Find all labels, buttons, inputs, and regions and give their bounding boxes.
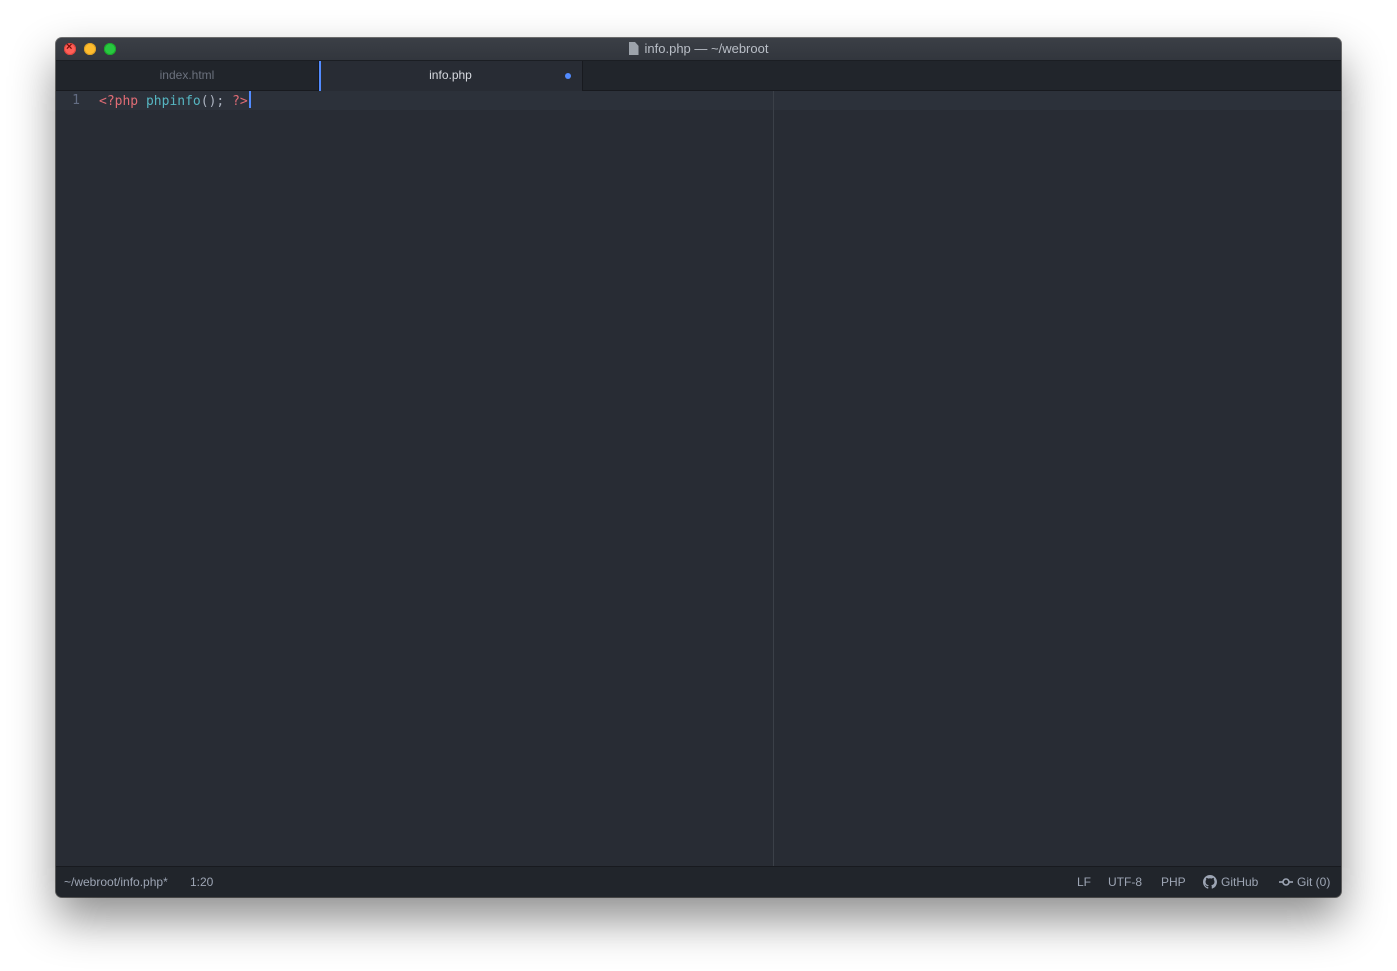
editor-window: info.php — ~/webroot index.html info.php… — [56, 38, 1341, 897]
code-line[interactable]: <?php phpinfo(); ?> — [99, 91, 251, 110]
cursor-position[interactable]: 1:20 — [190, 867, 213, 897]
punctuation: (); — [200, 94, 225, 109]
git-label: Git (0) — [1297, 875, 1331, 889]
php-open-tag: <?php — [99, 94, 139, 109]
window-title: info.php — ~/webroot — [56, 38, 1341, 60]
status-bar: ~/webroot/info.php* 1:20 LF UTF-8 PHP Gi… — [56, 866, 1341, 897]
tab-index-html[interactable]: index.html — [56, 61, 319, 90]
title-bar: info.php — ~/webroot — [56, 38, 1341, 61]
github-button[interactable]: GitHub — [1203, 867, 1258, 897]
tab-bar: index.html info.php — [56, 61, 1341, 91]
line-ending-selector[interactable]: LF — [1077, 867, 1091, 897]
git-button[interactable]: Git (0) — [1279, 867, 1330, 897]
file-path[interactable]: ~/webroot/info.php* — [64, 867, 168, 897]
encoding-selector[interactable]: UTF-8 — [1108, 867, 1142, 897]
tab-info-php[interactable]: info.php — [319, 61, 583, 91]
modified-indicator-icon[interactable] — [565, 73, 571, 79]
grammar-selector[interactable]: PHP — [1161, 867, 1186, 897]
text-cursor — [248, 91, 251, 108]
code-editor[interactable]: 1 <?php phpinfo(); ?> — [56, 91, 1341, 866]
git-commit-icon — [1279, 878, 1293, 886]
function-name: phpinfo — [145, 94, 201, 109]
php-close-tag: ?> — [232, 94, 248, 109]
window-title-text: info.php — ~/webroot — [644, 41, 769, 56]
tab-label: info.php — [429, 68, 472, 82]
tab-label: index.html — [159, 68, 215, 82]
wrap-guide — [773, 91, 774, 866]
line-number: 1 — [72, 93, 80, 108]
document-icon — [628, 42, 639, 55]
github-label: GitHub — [1221, 875, 1259, 889]
github-icon — [1203, 875, 1217, 889]
